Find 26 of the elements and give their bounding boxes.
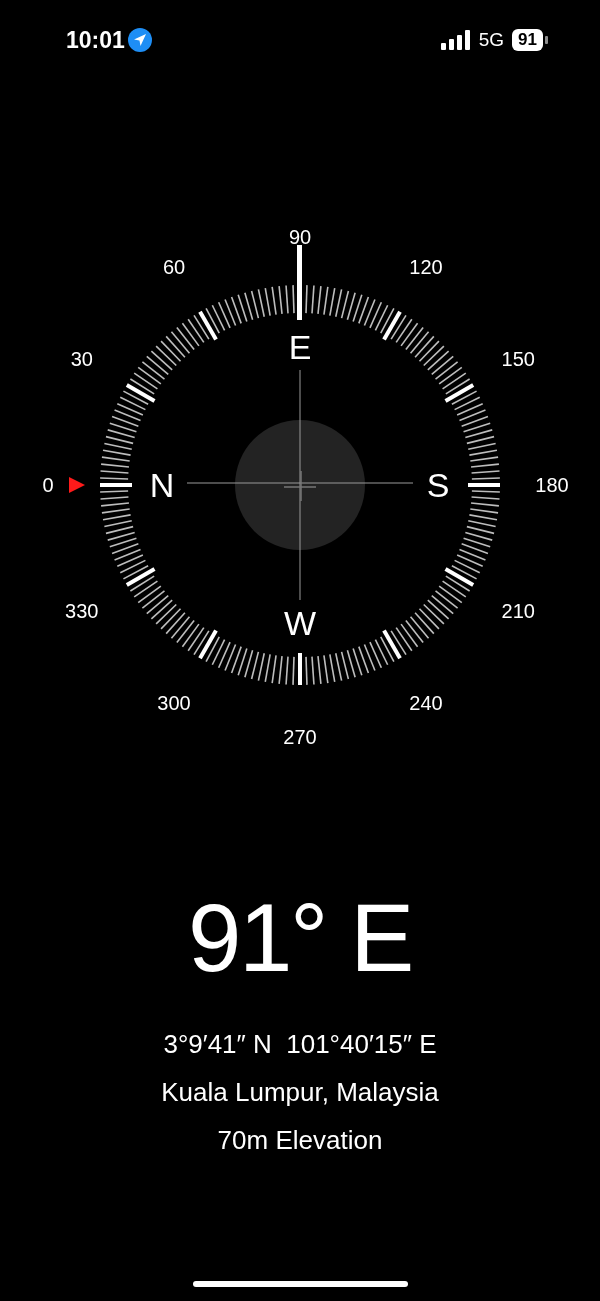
network-type: 5G xyxy=(478,27,505,52)
location-text: Kuala Lumpur, Malaysia xyxy=(161,1076,439,1109)
dial-degree-label: 270 xyxy=(283,727,317,747)
dial-degree-label: 150 xyxy=(501,349,535,369)
coordinates-text: 3°9′41″ N 101°40′15″ E xyxy=(163,1028,437,1061)
elevation-text: 70m Elevation xyxy=(217,1124,383,1157)
cardinal-direction-label: W xyxy=(283,606,317,640)
cardinal-direction-label: N xyxy=(149,468,175,502)
signal-bars-icon xyxy=(440,30,471,50)
battery-cap-icon xyxy=(545,36,548,44)
dial-degree-label: 240 xyxy=(409,693,443,714)
dial-degree-label: 180 xyxy=(535,475,569,495)
battery-level: 91 xyxy=(512,29,543,51)
dial-degree-label: 0 xyxy=(42,475,54,495)
dial-degree-label: 300 xyxy=(157,693,191,714)
dial-degree-label: 30 xyxy=(70,349,93,369)
status-time: 10:01 xyxy=(66,25,125,55)
dial-degree-label: 210 xyxy=(501,601,535,621)
cardinal-direction-label: S xyxy=(426,468,450,502)
dial-degree-label: 90 xyxy=(288,227,312,247)
dial-degree-label: 120 xyxy=(409,256,443,277)
dial-degree-label: 330 xyxy=(65,601,99,621)
dial-degree-label: 60 xyxy=(162,256,186,277)
north-marker-icon xyxy=(69,477,85,493)
heading-reading: 91° E xyxy=(188,890,412,986)
cardinal-direction-label: E xyxy=(288,330,312,364)
